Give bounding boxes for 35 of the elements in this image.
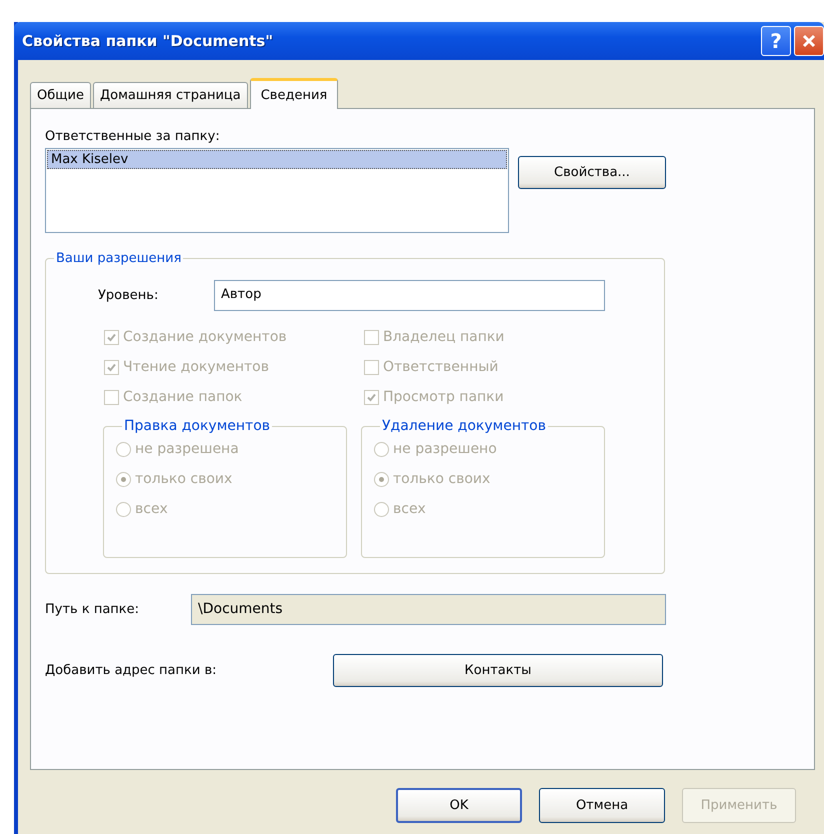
level-label: Уровень: bbox=[98, 288, 160, 303]
group-title: Удаление документов bbox=[381, 418, 547, 434]
owner-item[interactable]: Max Kiselev bbox=[47, 150, 507, 169]
dialog-button[interactable]: Отмена bbox=[539, 788, 665, 823]
help-button[interactable]: ? bbox=[761, 26, 791, 56]
group-title: Правка документов bbox=[123, 418, 272, 434]
close-icon bbox=[802, 34, 816, 48]
path-label: Путь к папке: bbox=[45, 602, 140, 617]
radio-label: всех bbox=[393, 501, 426, 517]
checkbox-label: Создание документов bbox=[123, 329, 287, 345]
check-icon bbox=[106, 332, 117, 342]
owners-label: Ответственные за папку: bbox=[45, 129, 221, 144]
dialog-button[interactable]: OK bbox=[396, 788, 522, 823]
close-button[interactable] bbox=[794, 26, 824, 56]
group-title: Ваши разрешения bbox=[55, 251, 182, 266]
checkbox-label: Создание папок bbox=[123, 389, 242, 405]
check-icon bbox=[106, 362, 117, 372]
radio-label: не разрешена bbox=[135, 441, 239, 457]
checkbox-label: Владелец папки bbox=[383, 329, 504, 345]
tab[interactable]: Домашняя страница bbox=[92, 82, 248, 108]
contacts-button[interactable]: Контакты bbox=[333, 654, 663, 687]
window-title: Свойства папки "Documents" bbox=[22, 32, 274, 50]
checkbox-label: Просмотр папки bbox=[383, 389, 504, 405]
check-icon bbox=[366, 392, 377, 402]
checkbox-label: Ответственный bbox=[383, 359, 498, 375]
add-address-label: Добавить адрес папки в: bbox=[45, 663, 218, 678]
tab[interactable]: Общие bbox=[30, 82, 91, 108]
tab[interactable]: Сведения bbox=[250, 78, 338, 109]
radio-label: всех bbox=[135, 501, 168, 517]
path-field: \Documents bbox=[191, 594, 666, 625]
checkbox-label: Чтение документов bbox=[123, 359, 269, 375]
radio-label: только своих bbox=[135, 471, 232, 487]
radio-label: не разрешено bbox=[393, 441, 497, 457]
radio-label: только своих bbox=[393, 471, 490, 487]
properties-button[interactable]: Свойства... bbox=[518, 156, 666, 189]
